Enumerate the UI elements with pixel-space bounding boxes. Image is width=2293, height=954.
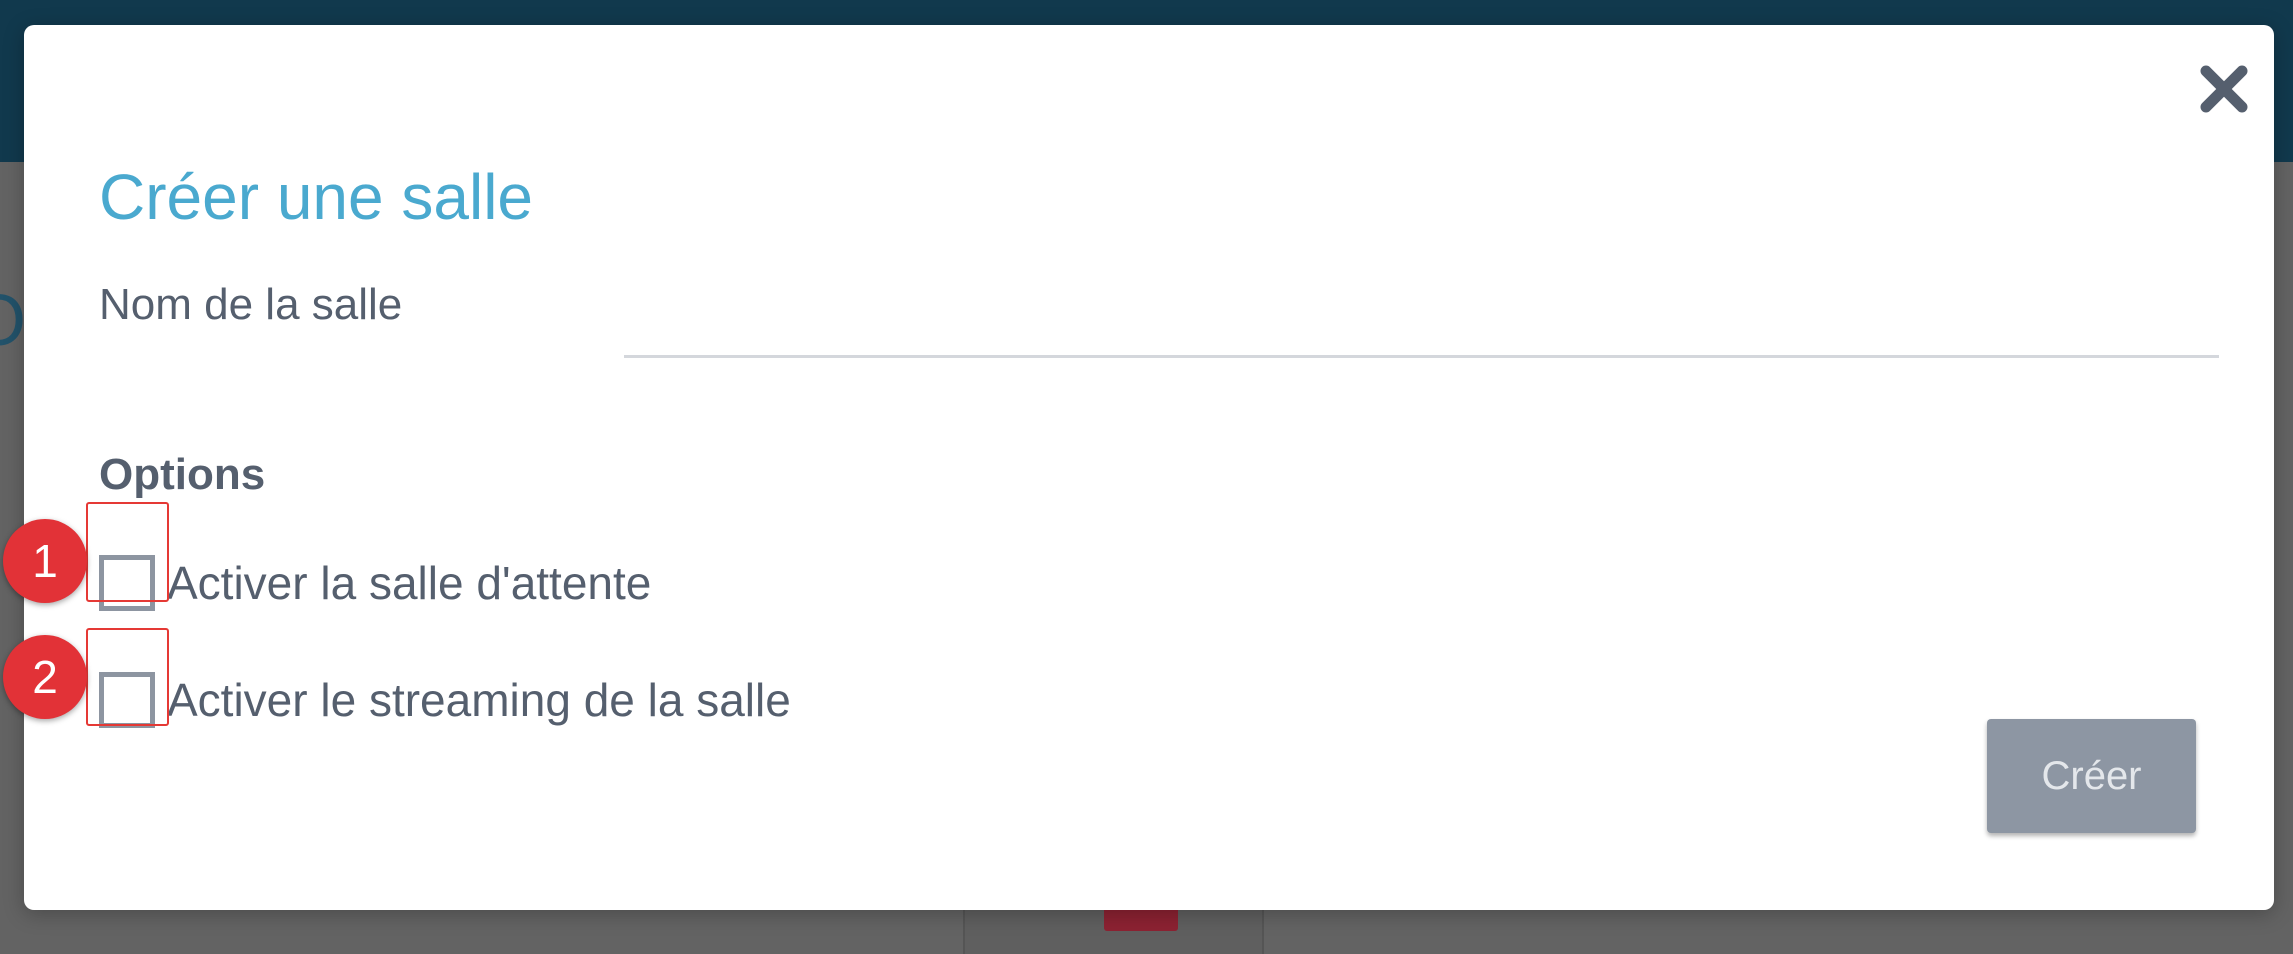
close-button[interactable] (2194, 59, 2254, 119)
annotation-box-1 (86, 502, 169, 602)
option-streaming: Activer le streaming de la salle (99, 665, 791, 735)
waiting-room-label: Activer la salle d'attente (167, 557, 652, 609)
room-name-label: Nom de la salle (99, 280, 403, 329)
options-heading: Options (99, 450, 266, 499)
annotation-box-2 (86, 628, 169, 726)
annotation-marker-1: 1 (3, 519, 87, 603)
room-name-input[interactable] (624, 287, 2219, 358)
streaming-label: Activer le streaming de la salle (167, 674, 791, 726)
option-waiting-room: Activer la salle d'attente (99, 548, 651, 618)
background-heading-fragment: O (0, 280, 26, 362)
annotation-marker-2: 2 (3, 635, 87, 719)
close-icon (2200, 65, 2248, 113)
create-room-dialog: Créer une salle Nom de la salle Options … (24, 25, 2274, 910)
create-button[interactable]: Créer (1987, 719, 2196, 833)
dialog-title: Créer une salle (99, 161, 533, 233)
